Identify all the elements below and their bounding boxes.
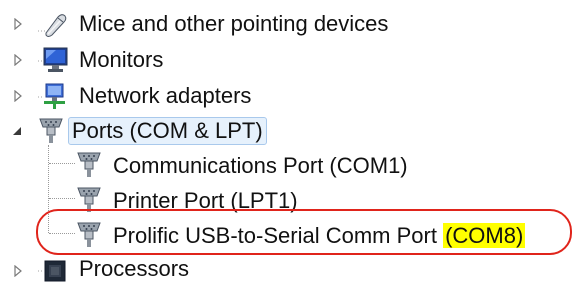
tree-item-label: Ports (COM & LPT) [68,117,267,145]
collapse-arrow-icon[interactable] [11,125,23,137]
tree-item-label: Mice and other pointing devices [79,11,389,36]
mouse-icon [36,9,70,39]
tree-item-communications-port[interactable]: Communications Port (COM1) [0,148,576,184]
expand-arrow-icon[interactable] [12,90,24,102]
expand-arrow-icon[interactable] [12,18,24,30]
tree-item-mice[interactable]: Mice and other pointing devices [0,6,576,42]
network-adapter-icon [36,81,70,111]
tree-item-label: Monitors [79,47,164,72]
monitor-icon [36,45,70,75]
device-tree: Mice and other pointing devices Monitors [0,0,576,283]
tree-item-label: Network adapters [79,83,252,108]
tree-item-label: Communications Port (COM1) [113,153,408,178]
expand-arrow-icon[interactable] [12,265,24,277]
tree-item-ports[interactable]: Ports (COM & LPT) [0,113,576,149]
port-icon [74,149,108,179]
annotation-ring [36,209,572,255]
port-icon [34,115,68,145]
tree-item-label: Processors [79,256,190,281]
tree-item-processors[interactable]: Processors [0,253,576,289]
expand-arrow-icon[interactable] [12,54,24,66]
tree-item-network-adapters[interactable]: Network adapters [0,78,576,114]
tree-item-monitors[interactable]: Monitors [0,42,576,78]
